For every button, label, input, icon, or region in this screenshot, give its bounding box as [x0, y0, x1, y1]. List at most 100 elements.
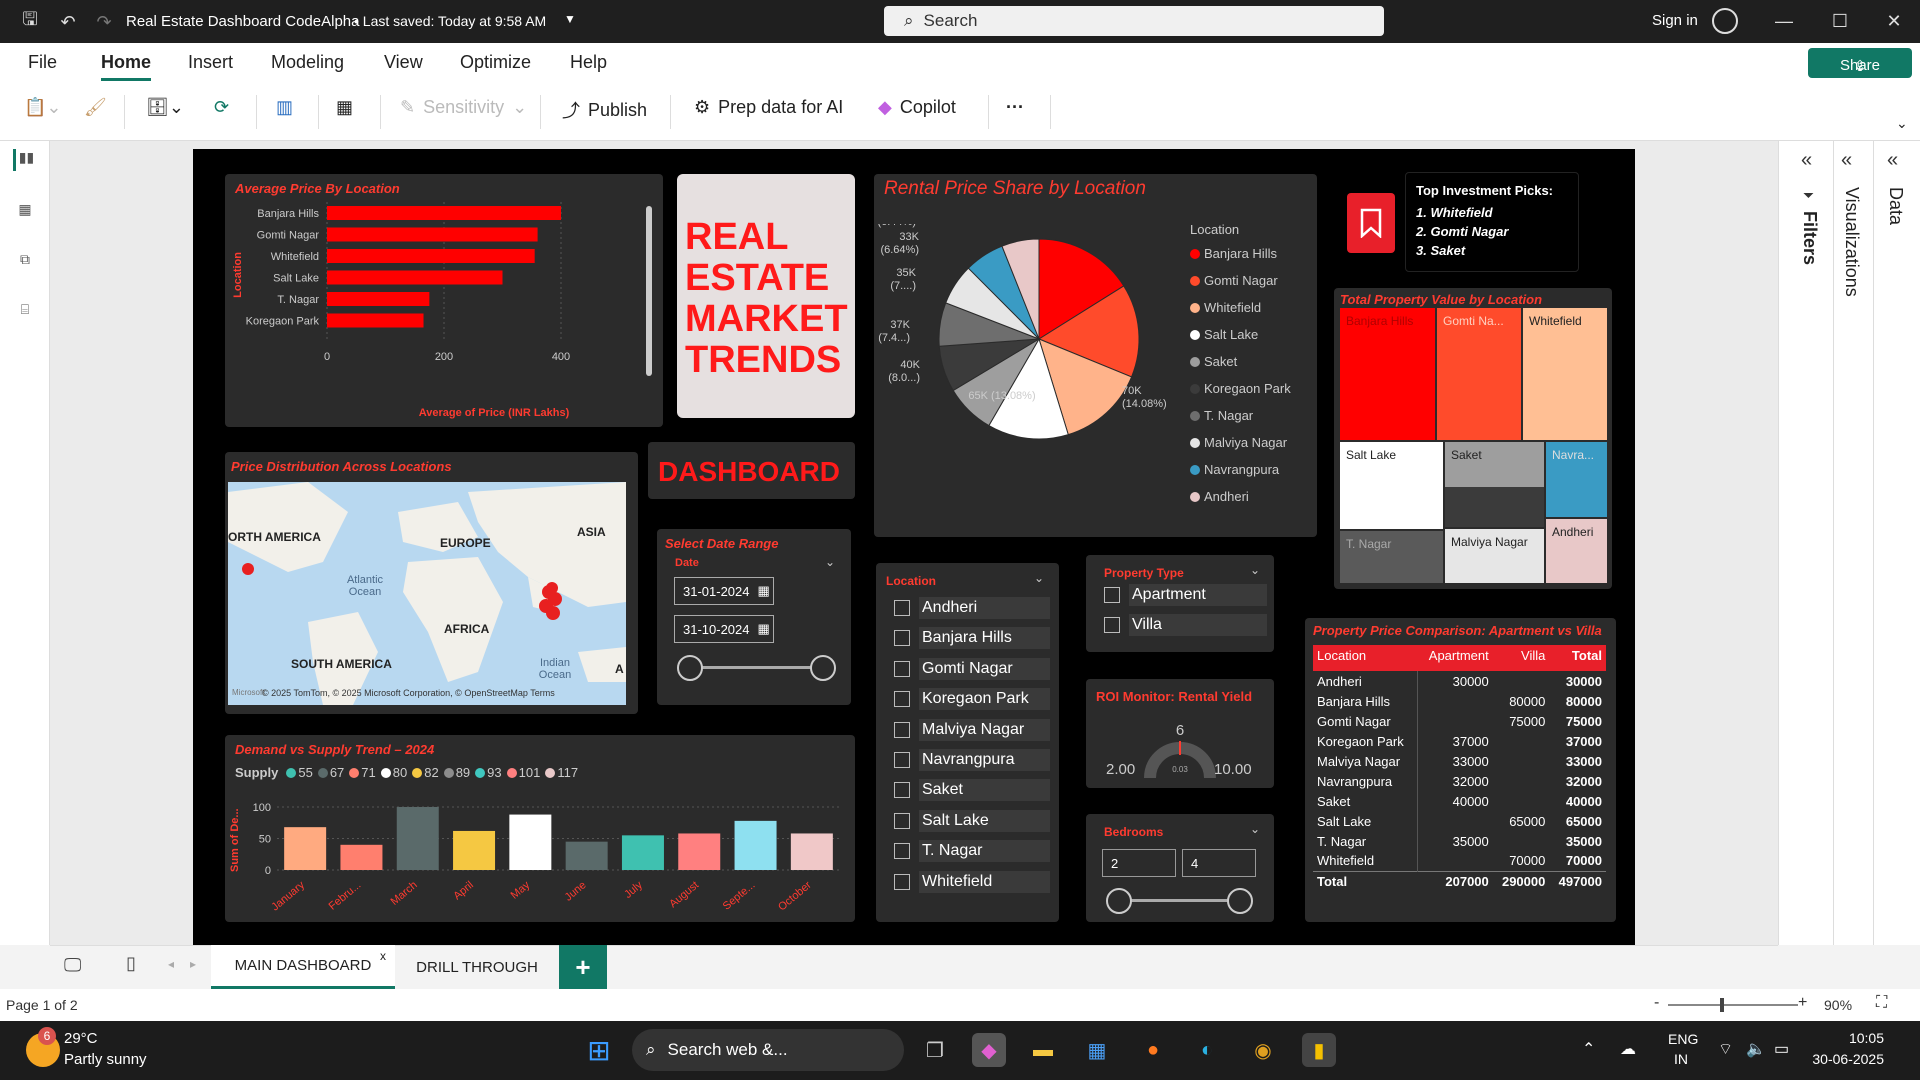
bedrooms-max-input[interactable]: 4 [1182, 849, 1256, 877]
zoom-in-icon[interactable]: + [1798, 994, 1807, 1012]
pie-legend-item[interactable]: Saket [1190, 348, 1291, 375]
checkbox[interactable] [894, 752, 910, 768]
signin-link[interactable]: Sign in [1652, 12, 1698, 29]
pie-legend-item[interactable]: Navrangpura [1190, 456, 1291, 483]
wifi-icon[interactable]: ⌔ [1718, 1039, 1733, 1059]
matrix-header[interactable]: Villa [1492, 645, 1550, 671]
location-option[interactable]: Navrangpura [894, 749, 1054, 771]
calculator-icon[interactable]: ▦ [336, 97, 353, 118]
format-painter-icon[interactable]: 🖌 [84, 97, 107, 118]
prev-page-icon[interactable]: ◂ [168, 957, 174, 971]
language-primary[interactable]: ENG [1668, 1031, 1698, 1047]
search-input[interactable]: ⌕ Search [884, 6, 1384, 36]
date-slider-track[interactable] [690, 666, 823, 669]
bedrooms-slicer[interactable]: Bedrooms ⌄ 2 4 [1086, 814, 1274, 922]
pie-legend-item[interactable]: Banjara Hills [1190, 240, 1291, 267]
treemap-tile[interactable]: T. Nagar [1340, 531, 1443, 583]
checkbox[interactable] [894, 782, 910, 799]
taskbar-search[interactable]: ⌕ Search web &... [632, 1029, 904, 1071]
location-option[interactable]: Whitefield [894, 870, 1054, 893]
pie-legend-item[interactable]: T. Nagar [1190, 402, 1291, 429]
checkbox[interactable] [894, 721, 910, 738]
checkbox[interactable] [1104, 617, 1120, 633]
bedrooms-slider-max-handle[interactable] [1227, 888, 1253, 914]
report-view-icon[interactable]: ▮▮ [13, 149, 37, 171]
volume-icon[interactable]: 🔈 [1746, 1039, 1766, 1059]
treemap-chart[interactable]: Total Property Value by Location Banjara… [1334, 288, 1612, 589]
treemap-tile[interactable] [1445, 487, 1544, 527]
location-option[interactable]: Salt Lake [894, 809, 1054, 832]
price-matrix[interactable]: Property Price Comparison: Apartment vs … [1305, 618, 1616, 922]
start-date-input[interactable]: 31-01-2024 ▦ [674, 577, 774, 605]
date-slider-end-handle[interactable] [810, 655, 836, 681]
model-view-icon[interactable]: ⧉ [13, 251, 37, 273]
pie-legend-item[interactable]: Koregaon Park [1190, 375, 1291, 402]
roi-gauge[interactable]: ROI Monitor: Rental Yield 6 0.03 2.00 10… [1086, 679, 1274, 788]
account-icon[interactable] [1712, 8, 1738, 34]
chevron-up-icon[interactable]: ⌃ [1582, 1039, 1595, 1059]
table-view-icon[interactable]: ▦ [13, 201, 37, 223]
menu-optimize[interactable]: Optimize [460, 52, 531, 73]
map-area[interactable]: ORTH AMERICA EUROPE ASIA Atlantic Ocean … [228, 482, 626, 705]
bedrooms-slider-track[interactable] [1120, 899, 1240, 902]
filters-pane-tab[interactable]: Filters [1799, 211, 1820, 265]
pie-legend-item[interactable]: Salt Lake [1190, 321, 1291, 348]
data-pane-tab[interactable]: Data [1885, 187, 1906, 225]
zoom-slider-handle[interactable] [1720, 998, 1724, 1012]
more-options-button[interactable]: ··· [1006, 97, 1024, 118]
save-icon[interactable]: 🖫 [16, 8, 44, 36]
matrix-header[interactable]: Apartment [1417, 645, 1493, 671]
refresh-icon[interactable]: ⟳ [214, 97, 229, 118]
property-type-slicer[interactable]: Property Type ⌄ Apartment Villa [1086, 555, 1274, 652]
zoom-out-icon[interactable]: - [1654, 994, 1659, 1012]
location-option[interactable]: Andheri [894, 597, 1054, 619]
property-type-option[interactable]: Villa [1104, 614, 1267, 636]
calendar-icon[interactable]: ▦ [758, 583, 770, 599]
copilot-button[interactable]: ◆ Copilot [878, 97, 956, 118]
close-tab-icon[interactable]: x [380, 949, 386, 963]
chevron-down-icon[interactable]: ⌄ [1250, 822, 1260, 836]
fit-to-page-icon[interactable]: ⛶ [1876, 994, 1887, 1012]
treemap-tile[interactable]: Salt Lake [1340, 442, 1443, 529]
chevron-down-icon[interactable]: ⌄ [825, 555, 835, 569]
rental-pie-chart[interactable]: Rental Price Share by Location 80K (16.1… [874, 174, 1317, 537]
checkbox[interactable] [894, 873, 910, 890]
menu-view[interactable]: View [384, 52, 423, 73]
treemap-tile[interactable]: Banjara Hills [1340, 308, 1435, 440]
chevron-down-icon[interactable]: ⌄ [1250, 563, 1260, 577]
menu-home[interactable]: Home [101, 52, 152, 81]
location-slicer[interactable]: Location ⌄ Andheri Banjara Hills Gomti Nag… [876, 563, 1059, 922]
menu-modeling[interactable]: Modeling [271, 52, 344, 73]
collapse-ribbon-icon[interactable]: ⌄ [1896, 115, 1908, 132]
zoom-level[interactable]: 90% [1824, 997, 1852, 1013]
sensitivity-button[interactable]: ✎ Sensitivity ⌄ [400, 97, 527, 118]
powerbi-icon[interactable]: ▮ [1302, 1033, 1336, 1067]
clock-date[interactable]: 30-06-2025 [1804, 1051, 1884, 1067]
checkbox[interactable] [894, 600, 910, 616]
treemap-tile[interactable]: Gomti Na... [1437, 308, 1521, 440]
next-page-icon[interactable]: ▸ [190, 957, 196, 971]
tab-drill-through[interactable]: DRILL THROUGH [400, 945, 554, 989]
menu-help[interactable]: Help [570, 52, 607, 73]
pie-legend-item[interactable]: Gomti Nagar [1190, 267, 1291, 294]
collapse-data-icon[interactable]: « [1887, 149, 1898, 172]
location-option[interactable]: Saket [894, 779, 1054, 802]
prep-data-button[interactable]: ⚙ Prep data for AI [694, 97, 843, 118]
calendar-icon[interactable]: ▦ [758, 621, 770, 637]
copilot-taskbar-icon[interactable]: ◆ [972, 1033, 1006, 1067]
chevron-down-icon[interactable]: ⌄ [1034, 571, 1044, 585]
checkbox[interactable] [894, 630, 910, 647]
minimize-icon[interactable]: — [1756, 0, 1812, 43]
menu-insert[interactable]: Insert [188, 52, 233, 73]
chrome-icon[interactable]: ◉ [1246, 1033, 1280, 1067]
dax-query-icon[interactable]: ⌸ [13, 301, 37, 323]
bedrooms-slider-min-handle[interactable] [1106, 888, 1132, 914]
location-option[interactable]: Koregaon Park [894, 688, 1054, 711]
avg-price-chart[interactable]: Average Price By Location 0 200 400 Banjara… [225, 174, 663, 427]
close-icon[interactable]: ✕ [1866, 0, 1920, 43]
file-explorer-icon[interactable]: ▬ [1026, 1033, 1060, 1067]
treemap-tile[interactable]: Navra... [1546, 442, 1607, 517]
saved-status[interactable]: • Last saved: Today at 9:58 AM [354, 13, 546, 29]
store-icon[interactable]: ▦ [1080, 1033, 1114, 1067]
checkbox[interactable] [894, 660, 910, 677]
